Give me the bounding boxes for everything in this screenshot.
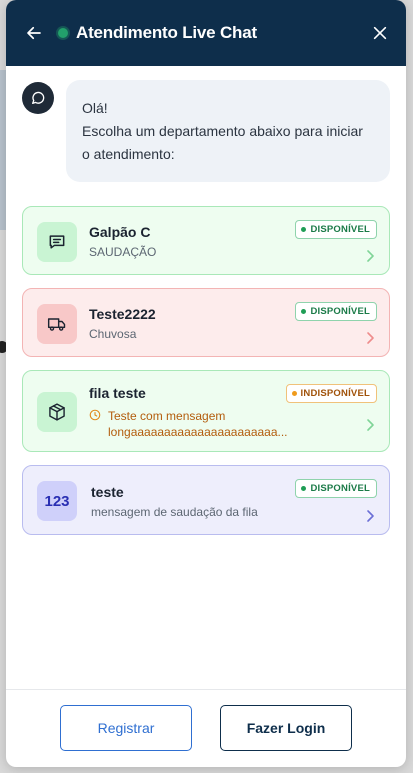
register-button[interactable]: Registrar [60, 704, 192, 751]
department-icon-box: 123 [37, 481, 77, 521]
chat-content: Olá! Escolha um departamento abaixo para… [6, 66, 406, 689]
online-status-dot [58, 28, 68, 38]
close-icon [373, 26, 387, 40]
chat-title: Atendimento Live Chat [76, 23, 257, 42]
instruction-text: Escolha um departamento abaixo para inic… [82, 123, 363, 162]
chevron-right-icon [367, 332, 374, 344]
chevron-right-icon [367, 510, 374, 522]
chat-header: Atendimento Live Chat [6, 0, 406, 66]
status-badge: DISPONÍVEL [295, 220, 377, 239]
department-card-galpao-c[interactable]: Galpão C SAUDAÇÃO DISPONÍVEL [22, 206, 390, 275]
chat-widget: Atendimento Live Chat Olá! Escolha um de… [6, 0, 406, 767]
department-icon-box [37, 392, 77, 432]
department-card-teste2222[interactable]: Teste2222 Chuvosa DISPONÍVEL [22, 288, 390, 357]
department-subtitle: mensagem de saudação da fila [91, 504, 258, 519]
bot-message-bubble: Olá! Escolha um departamento abaixo para… [66, 80, 390, 182]
chat-footer: Registrar Fazer Login [6, 689, 406, 767]
message-icon [49, 234, 65, 249]
status-dot [301, 486, 307, 491]
queue-number-icon: 123 [44, 492, 70, 510]
status-label: INDISPONÍVEL [300, 388, 370, 399]
chevron-right-icon [367, 419, 374, 431]
department-card-fila-teste[interactable]: fila teste Teste com mensagem longaaaaaa… [22, 370, 390, 452]
department-subtitle: Teste com mensagem longaaaaaaaaaaaaaaaaa… [108, 408, 288, 439]
arrow-left-icon [27, 26, 41, 40]
greeting-text: Olá! [82, 100, 108, 116]
status-dot [301, 227, 307, 232]
status-dot [301, 309, 307, 314]
status-label: DISPONÍVEL [310, 224, 370, 235]
status-badge: DISPONÍVEL [295, 479, 377, 498]
department-subtitle: Chuvosa [89, 327, 137, 341]
status-label: DISPONÍVEL [310, 306, 370, 317]
login-button[interactable]: Fazer Login [220, 704, 352, 751]
status-badge: INDISPONÍVEL [285, 384, 377, 403]
status-dot [291, 391, 297, 396]
close-button[interactable] [370, 23, 390, 43]
clock-icon [89, 409, 101, 420]
truck-icon [47, 317, 66, 331]
department-subtitle: SAUDAÇÃO [89, 245, 157, 259]
department-icon-box [37, 221, 77, 262]
box-icon [49, 403, 65, 421]
unavailable-message: Teste com mensagem longaaaaaaaaaaaaaaaaa… [89, 408, 375, 440]
bot-avatar [22, 82, 54, 114]
back-button[interactable] [24, 23, 44, 43]
department-list: Galpão C SAUDAÇÃO DISPONÍVEL Teste2222 C… [22, 206, 390, 535]
department-icon-box [37, 303, 77, 344]
status-badge: DISPONÍVEL [295, 302, 377, 321]
chevron-right-icon [367, 250, 374, 262]
status-label: DISPONÍVEL [310, 483, 370, 494]
chat-bubble-icon [31, 91, 45, 104]
department-card-teste[interactable]: 123 teste mensagem de saudação da fila D… [22, 465, 390, 535]
bot-message-row: Olá! Escolha um departamento abaixo para… [22, 80, 390, 182]
